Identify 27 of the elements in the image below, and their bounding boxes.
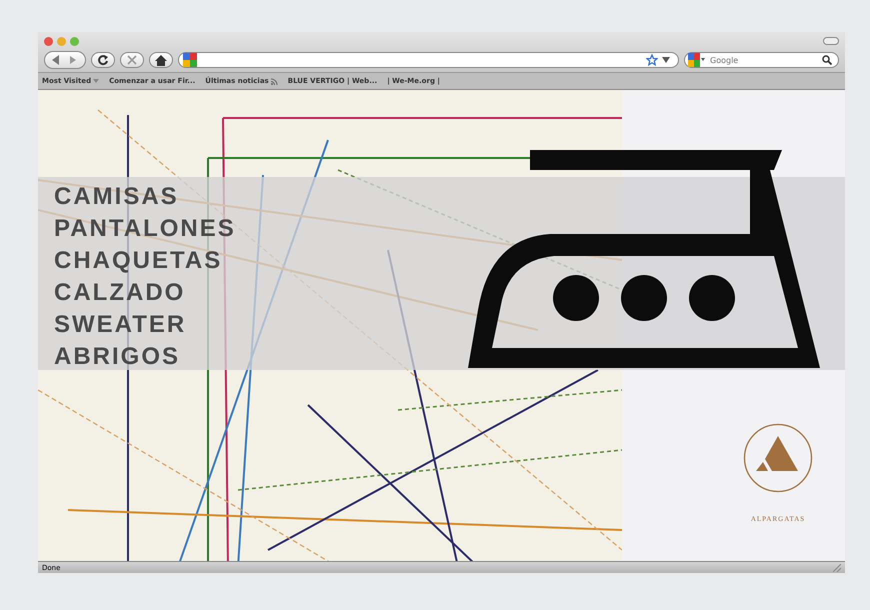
address-field[interactable] — [178, 52, 679, 68]
search-icon[interactable] — [822, 55, 832, 65]
category-link[interactable]: PANTALONES — [54, 213, 236, 245]
search-engine-icon[interactable] — [688, 53, 706, 67]
close-light[interactable] — [44, 36, 53, 46]
dropdown-icon — [93, 79, 100, 83]
close-icon — [127, 55, 137, 65]
reload-button[interactable] — [91, 52, 115, 68]
triangle-logo-icon — [743, 423, 813, 493]
iron-icon — [468, 150, 820, 368]
home-button[interactable] — [149, 52, 173, 68]
search-field[interactable]: Google — [684, 52, 839, 68]
star-icon[interactable] — [646, 54, 658, 66]
category-link[interactable]: CHAQUETAS — [54, 245, 222, 277]
category-link[interactable]: CALZADO — [54, 277, 186, 309]
dropdown-icon[interactable] — [662, 57, 670, 63]
capsule-icon[interactable] — [823, 37, 839, 45]
stop-button[interactable] — [120, 52, 144, 68]
feed-icon — [270, 78, 278, 84]
home-icon — [155, 54, 167, 66]
back-forward-button[interactable] — [44, 51, 86, 69]
site-icon — [183, 53, 197, 67]
reload-icon — [97, 54, 109, 66]
resize-grip-icon[interactable] — [833, 564, 841, 572]
category-link[interactable]: ABRIGOS — [54, 341, 180, 373]
category-link[interactable]: CAMISAS — [54, 181, 179, 213]
category-link[interactable]: SWEATER — [54, 309, 186, 341]
